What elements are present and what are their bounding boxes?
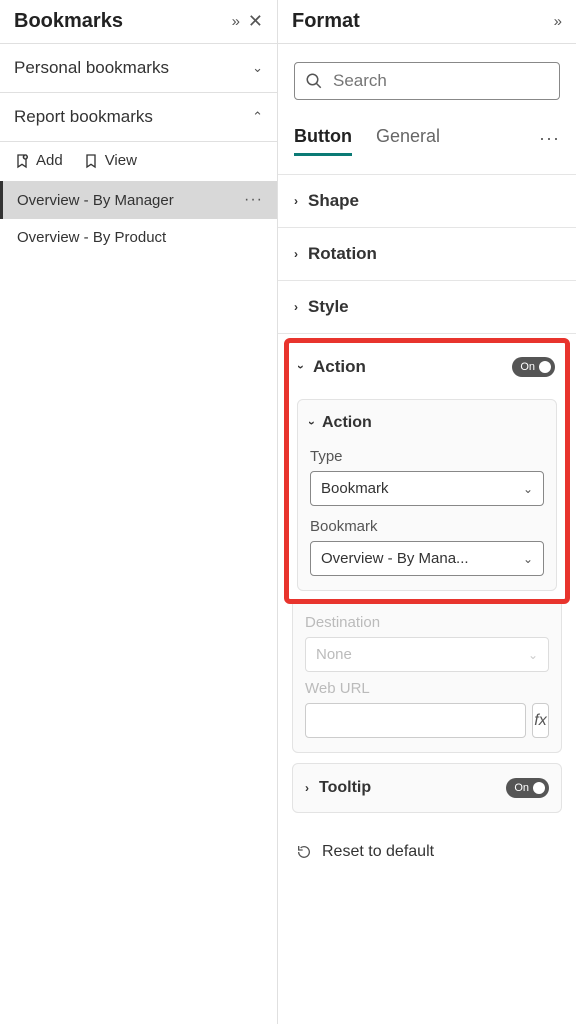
tooltip-row[interactable]: › Tooltip On (292, 763, 562, 813)
destination-value: None (316, 646, 528, 663)
toggle-text: On (514, 782, 529, 794)
chevron-right-icon: › (294, 300, 298, 314)
report-bookmarks-label: Report bookmarks (14, 107, 252, 127)
action-card-label: Action (322, 414, 372, 432)
chevron-right-icon: › (294, 194, 298, 208)
close-icon[interactable]: ✕ (248, 11, 263, 32)
reset-button[interactable]: Reset to default (278, 827, 576, 877)
bookmark-item-label: Overview - By Manager (17, 192, 174, 209)
style-row[interactable]: › Style (278, 281, 576, 334)
fx-button[interactable]: fx (532, 703, 549, 738)
weburl-label: Web URL (305, 680, 549, 697)
chevron-down-icon: › (294, 365, 308, 369)
type-value: Bookmark (321, 480, 523, 497)
toggle-knob-icon (539, 361, 551, 373)
more-icon[interactable]: ··· (244, 191, 263, 209)
collapse-chevrons-icon[interactable]: » (232, 13, 240, 30)
destination-label: Destination (305, 614, 549, 631)
bookmark-view-icon (83, 153, 99, 169)
bookmark-item[interactable]: Overview - By Manager ··· (0, 181, 277, 219)
bookmarks-title: Bookmarks (14, 10, 232, 33)
chevron-down-icon: ⌄ (523, 482, 533, 496)
personal-bookmarks-label: Personal bookmarks (14, 58, 252, 78)
destination-select: None ⌄ (305, 637, 549, 672)
bookmarks-panel: Bookmarks » ✕ Personal bookmarks ⌄ Repor… (0, 0, 278, 1024)
chevron-down-icon: › (305, 421, 319, 425)
action-row[interactable]: › Action On (289, 343, 565, 391)
tab-button[interactable]: Button (294, 120, 352, 156)
report-bookmarks-header[interactable]: Report bookmarks ⌃ (0, 93, 277, 142)
tabs-more-icon[interactable]: ··· (539, 128, 560, 149)
action-label: Action (313, 357, 512, 377)
bookmarks-toolbar: Add View (0, 142, 277, 181)
personal-bookmarks-header[interactable]: Personal bookmarks ⌄ (0, 43, 277, 93)
bookmark-field: Bookmark Overview - By Mana... ⌄ (298, 512, 556, 590)
style-label: Style (308, 297, 560, 317)
format-header: Format » (278, 0, 576, 44)
collapse-chevrons-icon[interactable]: » (554, 13, 562, 30)
reset-label: Reset to default (322, 843, 434, 861)
rotation-label: Rotation (308, 244, 560, 264)
tooltip-label: Tooltip (319, 779, 506, 797)
tooltip-toggle[interactable]: On (506, 778, 549, 798)
shape-label: Shape (308, 191, 560, 211)
bookmark-item[interactable]: Overview - By Product (0, 219, 277, 256)
format-title: Format (292, 10, 554, 33)
action-card-header[interactable]: › Action (298, 400, 556, 442)
weburl-field: Web URL fx (305, 676, 549, 738)
rotation-row[interactable]: › Rotation (278, 228, 576, 281)
bookmarks-header: Bookmarks » ✕ (0, 0, 277, 43)
type-field: Type Bookmark ⌄ (298, 442, 556, 512)
weburl-input[interactable] (305, 703, 526, 738)
bookmark-item-label: Overview - By Product (17, 229, 166, 246)
format-tabs: Button General ··· (278, 108, 576, 156)
chevron-down-icon: ⌄ (523, 552, 533, 566)
search-icon (305, 72, 323, 90)
action-card: › Action Type Bookmark ⌄ Bookmark Overvi… (297, 399, 557, 591)
format-panel: Format » Button General ··· › Shape › Ro… (278, 0, 576, 1024)
chevron-down-icon: ⌄ (528, 648, 538, 662)
view-bookmark-button[interactable]: View (83, 152, 137, 169)
reset-icon (296, 844, 312, 860)
search-input[interactable] (333, 71, 554, 91)
add-label: Add (36, 152, 63, 169)
action-toggle[interactable]: On (512, 357, 555, 377)
chevron-right-icon: › (294, 247, 298, 261)
type-label: Type (310, 448, 544, 465)
bookmark-value: Overview - By Mana... (321, 550, 523, 567)
bookmark-select[interactable]: Overview - By Mana... ⌄ (310, 541, 544, 576)
chevron-right-icon: › (305, 781, 309, 795)
add-bookmark-button[interactable]: Add (14, 152, 63, 169)
bookmark-label: Bookmark (310, 518, 544, 535)
type-select[interactable]: Bookmark ⌄ (310, 471, 544, 506)
bookmark-list: Overview - By Manager ··· Overview - By … (0, 181, 277, 256)
action-extra: Destination None ⌄ Web URL fx (292, 604, 562, 753)
tab-general[interactable]: General (376, 120, 440, 156)
toggle-text: On (520, 361, 535, 373)
view-label: View (105, 152, 137, 169)
bookmark-add-icon (14, 153, 30, 169)
search-box[interactable] (294, 62, 560, 100)
toggle-knob-icon (533, 782, 545, 794)
chevron-down-icon: ⌄ (252, 60, 263, 76)
chevron-up-icon: ⌃ (252, 109, 263, 125)
destination-field: Destination None ⌄ (305, 610, 549, 676)
shape-row[interactable]: › Shape (278, 174, 576, 228)
action-highlight: › Action On › Action Type Bookmark ⌄ Boo… (284, 338, 570, 604)
search-container (278, 44, 576, 108)
